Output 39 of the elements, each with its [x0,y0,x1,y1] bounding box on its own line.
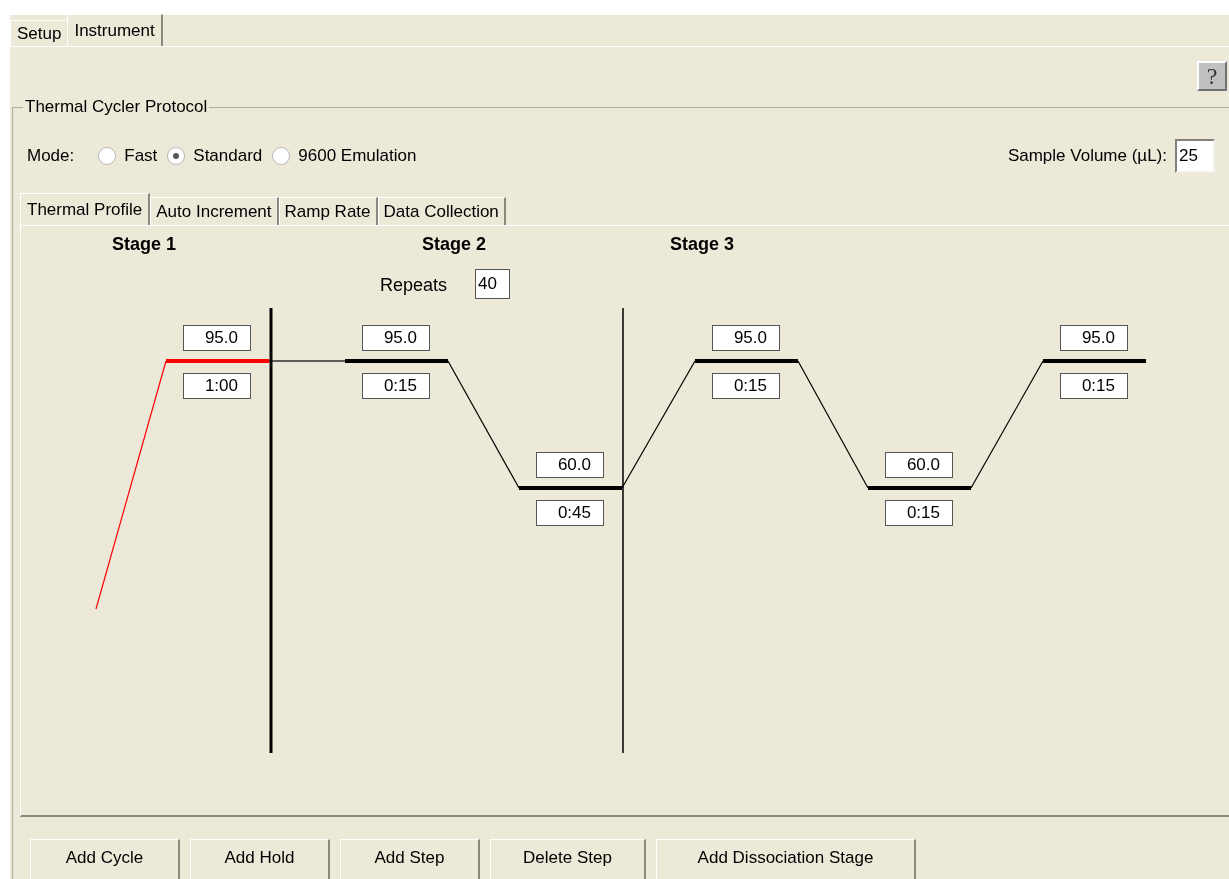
radio-option[interactable]: 9600 Emulation [272,143,417,169]
tab[interactable]: Auto Increment [150,197,279,225]
tab[interactable]: Ramp Rate [278,197,378,225]
temperature-field[interactable]: 95.0 [1060,325,1128,351]
time-field[interactable]: 0:15 [712,373,780,399]
tab[interactable]: Instrument [67,14,163,46]
stage-title: Stage 1 [112,233,177,255]
radio-option[interactable]: Fast [98,143,158,169]
group-title: Thermal Cycler Protocol [23,97,210,117]
time-field[interactable]: 0:45 [536,500,604,526]
radio-option[interactable]: Standard [167,143,263,169]
tab[interactable]: Data Collection [377,197,506,225]
time-field[interactable]: 0:15 [362,373,430,399]
toolbar-button[interactable]: Add Step [340,839,480,879]
radio-button[interactable] [167,147,186,165]
temperature-field[interactable]: 60.0 [885,452,953,478]
repeats-label: Repeats [380,274,448,296]
mode-label: Mode: [27,145,75,168]
tab[interactable]: Thermal Profile [20,193,151,225]
sample-volume-field[interactable]: 25 [1175,139,1215,173]
help-button[interactable]: ? [1197,61,1227,91]
temperature-field[interactable]: 60.0 [536,452,604,478]
toolbar-button[interactable]: Delete Step [490,839,646,879]
toolbar-button[interactable]: Add Hold [190,839,330,879]
repeats-field[interactable]: 40 [475,269,510,299]
radio-button[interactable] [272,147,291,165]
time-field[interactable]: 0:15 [1060,373,1128,399]
temperature-field[interactable]: 95.0 [362,325,430,351]
stage-title: Stage 2 [422,233,487,255]
time-field[interactable]: 0:15 [885,500,953,526]
temperature-field[interactable]: 95.0 [183,325,251,351]
tab[interactable]: Setup [10,20,68,46]
stage-title: Stage 3 [670,233,735,255]
temperature-field[interactable]: 95.0 [712,325,780,351]
time-field[interactable]: 1:00 [183,373,251,399]
toolbar-button[interactable]: Add Cycle [30,839,180,879]
toolbar-button[interactable]: Add Dissociation Stage [656,839,916,879]
radio-button[interactable] [98,147,117,165]
field-label: Sample Volume (µL): [1007,145,1167,168]
